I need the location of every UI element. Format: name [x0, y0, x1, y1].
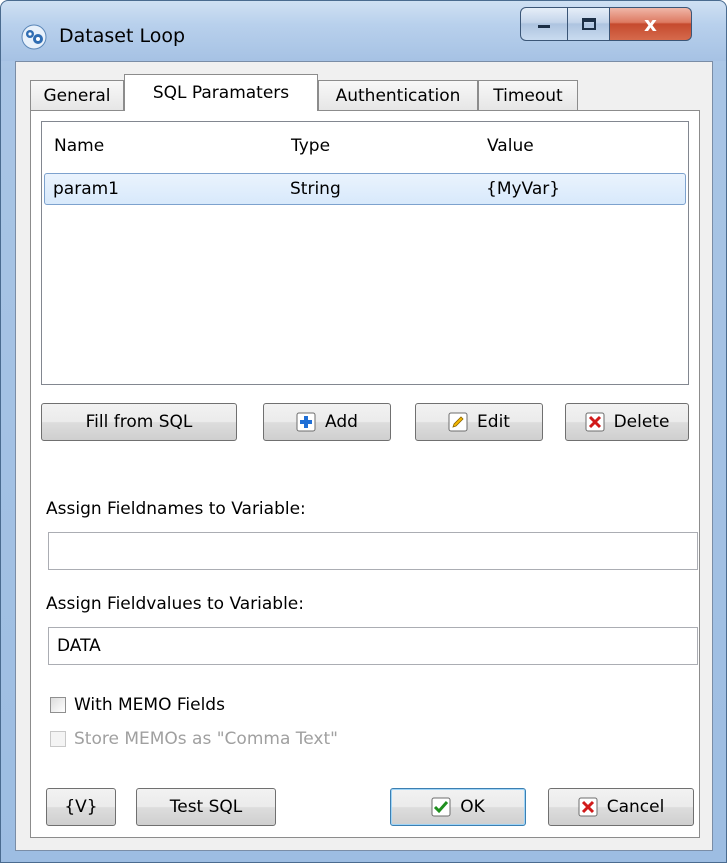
param-name: param1	[53, 179, 119, 199]
checkbox-box[interactable]	[50, 697, 66, 713]
maximize-button[interactable]	[568, 7, 610, 41]
maximize-icon	[581, 18, 596, 30]
tab-label: Timeout	[493, 85, 563, 106]
column-header-name[interactable]: Name	[54, 136, 104, 156]
with-memo-fields-label: With MEMO Fields	[74, 695, 225, 715]
tab-sql-paramaters[interactable]: SQL Paramaters	[124, 74, 318, 111]
variable-label: {V}	[64, 797, 98, 817]
cancel-label: Cancel	[606, 797, 665, 817]
minimize-button[interactable]	[520, 7, 568, 41]
x-icon	[578, 797, 598, 817]
x-icon	[585, 412, 605, 432]
title-bar[interactable]: Dataset Loop x	[1, 1, 726, 61]
store-memos-checkbox: Store MEMOs as "Comma Text"	[50, 729, 338, 749]
store-memos-label: Store MEMOs as "Comma Text"	[74, 729, 338, 749]
ok-label: OK	[460, 797, 485, 817]
fieldvalues-input[interactable]	[48, 627, 698, 665]
param-type: String	[290, 179, 341, 199]
app-icon	[21, 24, 47, 50]
param-value: {MyVar}	[486, 179, 561, 199]
fill-from-sql-button[interactable]: Fill from SQL	[41, 403, 237, 441]
plus-icon	[296, 412, 316, 432]
tab-authentication[interactable]: Authentication	[318, 80, 478, 110]
checkmark-icon	[431, 797, 451, 817]
delete-button[interactable]: Delete	[565, 403, 689, 441]
fill-from-sql-label: Fill from SQL	[85, 412, 193, 432]
close-icon: x	[644, 12, 657, 36]
edit-label: Edit	[477, 412, 510, 432]
fieldnames-label: Assign Fieldnames to Variable:	[46, 499, 306, 519]
checkbox-box	[50, 731, 66, 747]
variable-button[interactable]: {V}	[46, 788, 116, 826]
tab-label: Authentication	[335, 85, 461, 106]
pencil-icon	[448, 412, 468, 432]
tab-label: SQL Paramaters	[152, 83, 290, 103]
cancel-button[interactable]: Cancel	[548, 788, 694, 826]
add-button[interactable]: Add	[263, 403, 391, 441]
test-sql-label: Test SQL	[169, 797, 243, 817]
caption-buttons: x	[520, 7, 692, 43]
window-title: Dataset Loop	[59, 25, 186, 47]
add-label: Add	[325, 412, 358, 432]
with-memo-fields-checkbox[interactable]: With MEMO Fields	[50, 695, 225, 715]
tab-label: General	[43, 85, 111, 106]
table-row[interactable]: param1 String {MyVar}	[44, 173, 686, 205]
tab-timeout[interactable]: Timeout	[478, 80, 578, 110]
column-header-type[interactable]: Type	[291, 136, 330, 156]
fieldnames-input[interactable]	[48, 532, 698, 570]
minimize-icon	[538, 25, 550, 28]
list-header: Name Type Value	[42, 122, 688, 166]
test-sql-button[interactable]: Test SQL	[136, 788, 276, 826]
tab-general[interactable]: General	[30, 80, 124, 110]
close-button[interactable]: x	[610, 7, 692, 41]
dialog-window: Dataset Loop x General SQL Paramaters Au…	[0, 0, 727, 863]
ok-button[interactable]: OK	[390, 788, 526, 826]
edit-button[interactable]: Edit	[415, 403, 543, 441]
dialog-client-area: General SQL Paramaters Authentication Ti…	[15, 61, 713, 851]
column-header-value[interactable]: Value	[487, 136, 534, 156]
fieldvalues-label: Assign Fieldvalues to Variable:	[46, 594, 304, 614]
delete-label: Delete	[613, 412, 670, 432]
parameters-list[interactable]: Name Type Value param1 String {MyVar}	[41, 121, 689, 385]
